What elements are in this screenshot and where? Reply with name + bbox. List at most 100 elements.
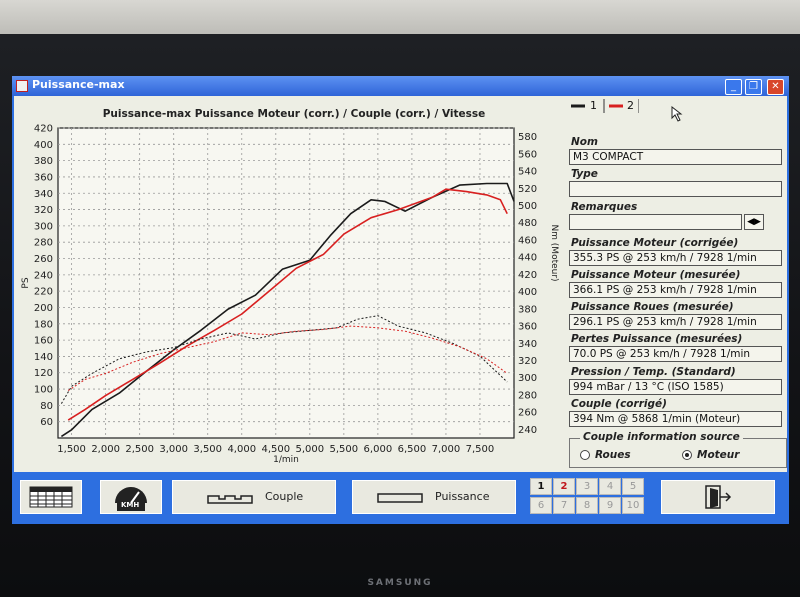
app-icon: [16, 80, 28, 92]
curve-slot-3[interactable]: 3: [576, 478, 598, 495]
couple-field: 394 Nm @ 5868 1/min (Moteur): [569, 411, 782, 427]
curve-slot-4[interactable]: 4: [599, 478, 621, 495]
y-left-tick-label: 60: [40, 417, 53, 428]
couple-source-group: Couple information source Roues Moteur: [569, 431, 787, 468]
remarques-label: Remarques: [571, 201, 638, 213]
radio-moteur-dot[interactable]: [682, 450, 692, 460]
y-right-tick-label: 340: [518, 339, 537, 350]
radio-roues-label: Roues: [595, 449, 631, 461]
couple-button-label: Couple: [265, 490, 304, 503]
y-left-tick-label: 320: [34, 205, 53, 216]
x-tick-label: 3,500: [193, 444, 222, 455]
y-left-tick-label: 300: [34, 221, 53, 232]
y-right-tick-label: 460: [518, 235, 537, 246]
title-bar: Puissance-max _ ❐ ✕: [12, 76, 789, 96]
legend-label-2: 2: [627, 99, 634, 112]
y-left-tick-label: 220: [34, 287, 53, 298]
y-right-tick-label: 300: [518, 373, 537, 384]
y-right-tick-label: 400: [518, 287, 537, 298]
y-left-tick-label: 240: [34, 270, 53, 281]
pertes-label: Pertes Puissance (mesurées): [571, 333, 743, 345]
monitor-brand: SAMSUNG: [367, 578, 433, 588]
y-right-tick-label: 520: [518, 184, 537, 195]
puissance-roues-field: 296.1 PS @ 253 km/h / 7928 1/min: [569, 314, 782, 330]
y-right-tick-label: 580: [518, 132, 537, 143]
x-tick-label: 2,500: [125, 444, 154, 455]
x-tick-label: 6,500: [398, 444, 427, 455]
puissance-roues-label: Puissance Roues (mesurée): [571, 301, 734, 313]
expand-arrows-icon[interactable]: ◀▶: [744, 214, 764, 230]
maximize-button[interactable]: ❐: [745, 79, 762, 95]
curve-slot-2[interactable]: 2: [553, 478, 575, 495]
x-axis-label: 1/min: [273, 455, 299, 465]
y-left-tick-label: 200: [34, 303, 53, 314]
y-left-tick-label: 340: [34, 189, 53, 200]
y-right-tick-label: 440: [518, 253, 537, 264]
y-right-tick-label: 560: [518, 149, 537, 160]
puissance-moteur-corr-field: 355.3 PS @ 253 km/h / 7928 1/min: [569, 250, 782, 266]
close-button[interactable]: ✕: [767, 79, 784, 95]
radio-moteur[interactable]: Moteur: [682, 449, 739, 461]
curve-slot-6[interactable]: 6: [530, 497, 552, 514]
dyno-chart: 1,500 2,000 2,500 3,000 3,500 4,000 4,500 5,000…: [21, 124, 559, 466]
couple-button[interactable]: Couple: [172, 480, 336, 514]
y-left-tick-label: 380: [34, 156, 53, 167]
y-right-tick-label: 540: [518, 167, 537, 178]
couple-line-icon: [207, 495, 253, 504]
y-left-tick-label: 420: [34, 124, 53, 135]
radio-roues[interactable]: Roues: [580, 449, 631, 461]
x-tick-label: 5,000: [296, 444, 325, 455]
legend-label-1: 1: [590, 99, 597, 112]
x-tick-label: 2,000: [91, 444, 120, 455]
table-button[interactable]: [20, 480, 82, 514]
curve-slot-8[interactable]: 8: [576, 497, 598, 514]
puissance-moteur-mes-field: 366.1 PS @ 253 km/h / 7928 1/min: [569, 282, 782, 298]
nom-label: Nom: [571, 136, 598, 148]
remarques-field[interactable]: [569, 214, 742, 230]
y-left-tick-label: 160: [34, 336, 53, 347]
y-right-tick-label: 260: [518, 408, 537, 419]
minimize-button[interactable]: _: [725, 79, 742, 95]
y-left-tick-label: 80: [40, 401, 53, 412]
nom-field[interactable]: M3 COMPACT: [569, 149, 782, 165]
kmh-label: KMH: [121, 501, 140, 509]
curve-slot-7[interactable]: 7: [553, 497, 575, 514]
curve-slot-10[interactable]: 10: [622, 497, 644, 514]
y-left-axis-label: PS: [21, 277, 31, 288]
pression-field: 994 mBar / 13 °C (ISO 1585): [569, 379, 782, 395]
y-left-tick-label: 180: [34, 319, 53, 330]
y-left-tick-label: 140: [34, 352, 53, 363]
y-right-tick-label: 480: [518, 218, 537, 229]
couple-source-title: Couple information source: [580, 431, 743, 443]
series-legend[interactable]: 1 2: [569, 98, 639, 114]
x-tick-label: 7,000: [432, 444, 461, 455]
radio-moteur-label: Moteur: [697, 449, 740, 461]
client-area: Puissance-max Puissance Moteur (corr.) /…: [14, 96, 787, 522]
y-right-tick-label: 380: [518, 304, 537, 315]
pression-label: Pression / Temp. (Standard): [571, 366, 736, 378]
curve-slot-9[interactable]: 9: [599, 497, 621, 514]
exit-door-icon: [705, 485, 732, 509]
y-left-tick-label: 260: [34, 254, 53, 265]
y-left-tick-label: 280: [34, 238, 53, 249]
speed-kmh-button[interactable]: KMH: [100, 480, 162, 514]
y-left-tick-label: 360: [34, 172, 53, 183]
type-field[interactable]: [569, 181, 782, 197]
mouse-cursor-icon: [671, 106, 683, 122]
info-panel: 1 2 Nom M3 COMPACT Type Remarques ◀▶ Pui…: [569, 96, 787, 468]
exit-button[interactable]: [661, 480, 775, 514]
y-right-axis-label: Nm (Moteur): [549, 224, 559, 281]
table-icon: [29, 486, 73, 508]
puissance-moteur-mes-label: Puissance Moteur (mesurée): [571, 269, 741, 281]
couple-label: Couple (corrigé): [571, 398, 667, 410]
radio-roues-dot[interactable]: [580, 450, 590, 460]
x-tick-label: 5,500: [330, 444, 359, 455]
puissance-button[interactable]: Puissance: [352, 480, 516, 514]
y-left-tick-label: 400: [34, 140, 53, 151]
x-tick-label: 6,000: [364, 444, 393, 455]
pertes-field: 70.0 PS @ 253 km/h / 7928 1/min: [569, 346, 782, 362]
curve-slot-5[interactable]: 5: [622, 478, 644, 495]
y-right-tick-label: 500: [518, 201, 537, 212]
y-right-tick-label: 420: [518, 270, 537, 281]
curve-slot-1[interactable]: 1: [530, 478, 552, 495]
